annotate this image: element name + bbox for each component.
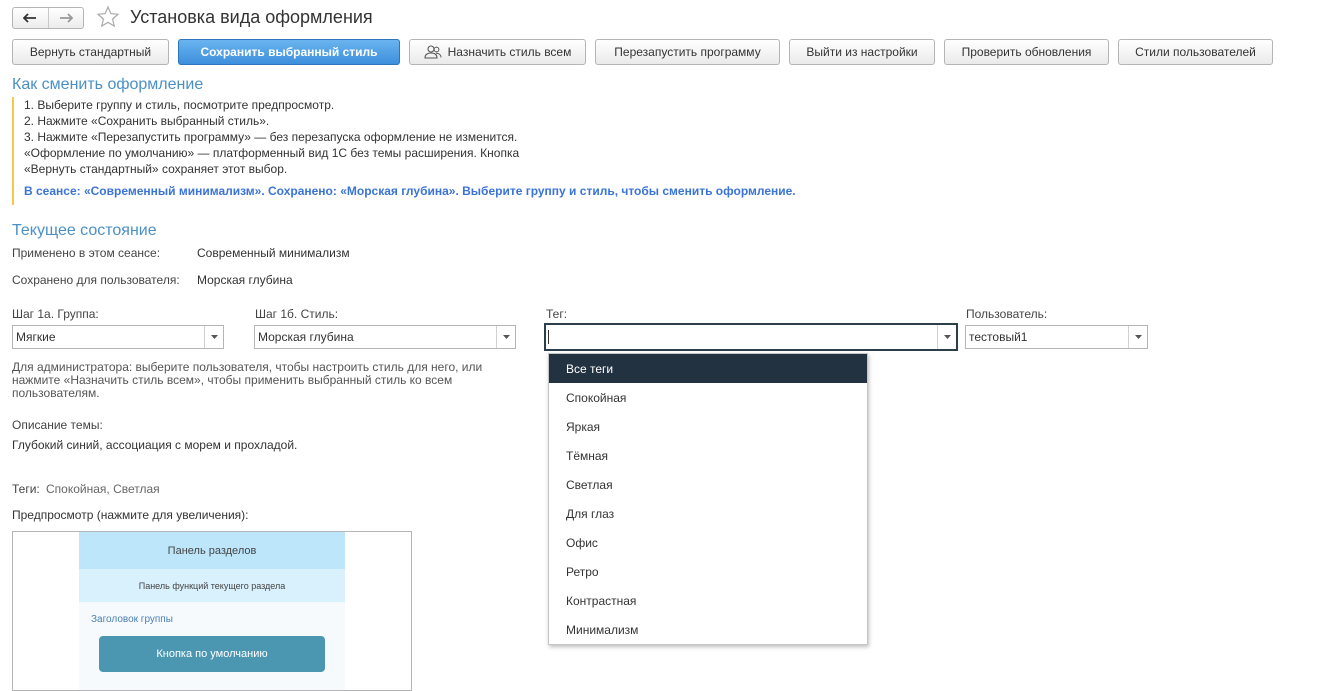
applied-value: Современный минимализм [197,246,350,260]
saved-value: Морская глубина [197,273,293,287]
instruction-line: 2. Нажмите «Сохранить выбранный стиль». [24,114,270,128]
dropdown-arrow-icon [1134,335,1142,339]
text-cursor [548,330,549,344]
nav-buttons [12,7,84,29]
preview-sections-panel: Панель разделов [79,532,345,569]
preview-group-header: Заголовок группы [91,614,173,625]
description-text: Глубокий синий, ассоциация с морем и про… [12,438,298,452]
style-select-value: Морская глубина [258,330,354,344]
dropdown-arrow-icon [502,335,510,339]
favorite-button[interactable] [96,5,120,32]
dropdown-item-bright[interactable]: Яркая [549,412,867,441]
style-dropdown-button[interactable] [496,326,515,348]
tag-dropdown-list: Все теги Спокойная Яркая Тёмная Светлая … [548,353,868,645]
dropdown-item-calm[interactable]: Спокойная [549,383,867,412]
dropdown-item-light[interactable]: Светлая [549,470,867,499]
dropdown-arrow-icon [943,335,951,339]
tags-label: Теги: [12,482,40,496]
dropdown-item-contrast[interactable]: Контрастная [549,586,867,615]
admin-hint: Для администратора: выберите пользовател… [12,360,483,400]
back-button[interactable] [13,8,48,28]
group-dropdown-button[interactable] [204,326,223,348]
tag-label: Тег: [546,307,568,321]
user-dropdown-button[interactable] [1128,326,1147,348]
save-style-button[interactable]: Сохранить выбранный стиль [178,39,400,65]
tag-dropdown-button[interactable] [937,325,956,349]
instruction-line: «Оформление по умолчанию» — платформенны… [24,146,520,160]
user-select-value: тестовый1 [969,330,1028,344]
preview-canvas: Панель разделов Панель функций текущего … [79,532,345,690]
instruction-line: 1. Выберите группу и стиль, посмотрите п… [24,98,335,112]
dropdown-item-minimalism[interactable]: Минимализм [549,615,867,644]
state-heading: Текущее состояние [12,222,157,239]
star-icon [96,5,120,28]
instructions-block: 1. Выберите группу и стиль, посмотрите п… [12,97,882,205]
restart-program-button[interactable]: Перезапустить программу [595,39,780,65]
users-icon [424,45,442,59]
exit-settings-button[interactable]: Выйти из настройки [789,39,935,65]
dropdown-item-all-tags[interactable]: Все теги [549,354,867,383]
group-select-value: Мягкие [16,330,56,344]
tags-value: Спокойная, Светлая [46,482,160,496]
check-updates-button[interactable]: Проверить обновления [944,39,1109,65]
tag-select[interactable] [544,323,958,351]
style-label: Шаг 1б. Стиль: [255,307,339,321]
saved-label: Сохранено для пользователя: [12,273,180,287]
arrow-right-icon [59,13,73,23]
instruction-line: «Вернуть стандартный» сохраняет этот выб… [24,162,288,176]
style-select[interactable]: Морская глубина [254,325,516,349]
assign-style-all-button[interactable]: Назначить стиль всем [409,39,586,65]
reset-standard-button[interactable]: Вернуть стандартный [12,39,169,65]
dropdown-item-eyes[interactable]: Для глаз [549,499,867,528]
instruction-line: 3. Нажмите «Перезапустить программу» — б… [24,130,518,144]
dropdown-item-dark[interactable]: Тёмная [549,441,867,470]
arrow-left-icon [23,13,37,23]
status-message: В сеансе: «Современный минимализм». Сохр… [24,184,796,198]
preview-label: Предпросмотр (нажмите для увеличения): [12,508,249,522]
preview-image[interactable]: Панель разделов Панель функций текущего … [12,531,412,691]
preview-default-button: Кнопка по умолчанию [99,636,325,672]
group-label: Шаг 1а. Группа: [12,307,99,321]
forward-button[interactable] [47,8,84,28]
user-select[interactable]: тестовый1 [965,325,1148,349]
user-styles-button[interactable]: Стили пользователей [1118,39,1273,65]
user-label: Пользователь: [966,307,1048,321]
dropdown-arrow-icon [210,335,218,339]
dropdown-item-retro[interactable]: Ретро [549,557,867,586]
assign-style-all-label: Назначить стиль всем [447,45,572,59]
howto-heading: Как сменить оформление [12,76,204,93]
window-title: Установка вида оформления [130,7,373,27]
preview-functions-panel: Панель функций текущего раздела [79,569,345,602]
group-select[interactable]: Мягкие [12,325,224,349]
dropdown-item-office[interactable]: Офис [549,528,867,557]
description-label: Описание темы: [12,418,103,432]
applied-label: Применено в этом сеансе: [12,246,161,260]
